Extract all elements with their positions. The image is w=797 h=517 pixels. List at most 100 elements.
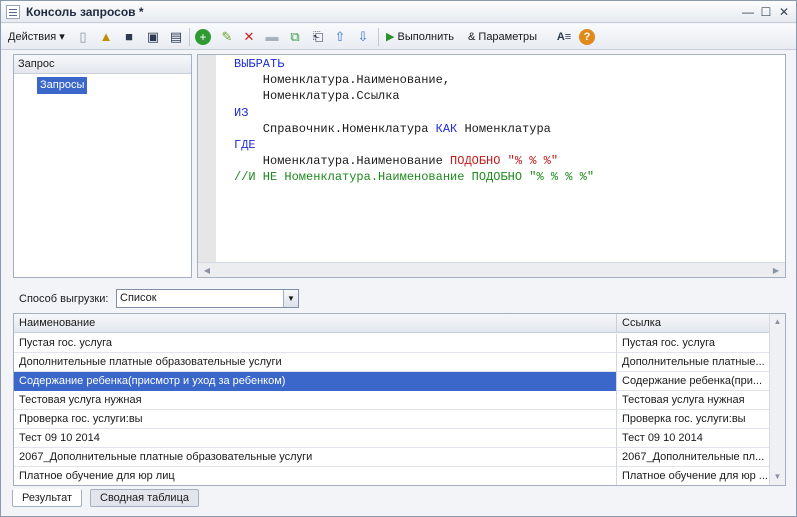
cell-ref[interactable]: Дополнительные платные... bbox=[616, 353, 770, 372]
tree-header: Запрос bbox=[14, 55, 191, 74]
scroll-left-icon[interactable]: ◀ bbox=[200, 264, 214, 277]
scroll-up-icon[interactable]: ▲ bbox=[771, 315, 784, 329]
code-line: ИЗ bbox=[234, 105, 594, 121]
code-line: Номенклатура.Наименование ПОДОБНО "% % %… bbox=[234, 153, 594, 169]
run-button[interactable]: ▶ Выполнить bbox=[386, 27, 454, 47]
export-method-row: Способ выгрузки: Список ▼ bbox=[13, 286, 786, 312]
cell-ref[interactable]: Тест 09 10 2014 bbox=[616, 429, 770, 448]
code-token: Номенклатура.Наименование, bbox=[234, 73, 451, 88]
chevron-down-icon[interactable]: ▼ bbox=[283, 290, 298, 307]
help-icon[interactable]: ? bbox=[579, 29, 595, 45]
column-header-ref[interactable]: Ссылка bbox=[616, 314, 770, 333]
cell-ref[interactable]: Платное обучение для юр ... bbox=[616, 467, 770, 485]
table-row[interactable]: Проверка гос. услуги:вы Проверка гос. усл… bbox=[14, 410, 770, 429]
save-copy-icon[interactable]: ▤ bbox=[168, 29, 184, 45]
table-row[interactable]: Тест 09 10 2014 Тест 09 10 2014 bbox=[14, 429, 770, 448]
code-line: ВЫБРАТЬ bbox=[234, 56, 594, 72]
code-line: Номенклатура.Наименование, bbox=[234, 72, 594, 88]
open-icon[interactable]: ▲ bbox=[98, 29, 114, 45]
code-token: ПОДОБНО "% % %" bbox=[450, 154, 559, 169]
code-line: Номенклатура.Ссылка bbox=[234, 88, 594, 104]
vertical-scrollbar[interactable]: ▲ ▼ bbox=[769, 314, 785, 485]
new-icon[interactable]: ▯ bbox=[75, 29, 91, 45]
table-header: Наименование Ссылка bbox=[14, 314, 770, 333]
cell-name[interactable]: Пустая гос. услуга bbox=[14, 334, 616, 353]
code-token: ГДЕ bbox=[234, 138, 256, 153]
export-method-label: Способ выгрузки: bbox=[19, 293, 109, 305]
table-row[interactable]: Тестовая услуга нужная Тестовая услуга ну… bbox=[14, 391, 770, 410]
text-format-icon[interactable]: A≡ bbox=[556, 29, 572, 45]
table-row[interactable]: Пустая гос. услуга Пустая гос. услуга bbox=[14, 334, 770, 353]
save-as-icon[interactable]: ▣ bbox=[145, 29, 161, 45]
cell-name[interactable]: Дополнительные платные образовательные у… bbox=[14, 353, 616, 372]
code-token: КАК bbox=[435, 121, 458, 136]
run-label: Выполнить bbox=[397, 31, 455, 43]
table-row[interactable]: Дополнительные платные образовательные у… bbox=[14, 353, 770, 372]
title-bar: Консоль запросов * — ☐ ✕ bbox=[1, 1, 796, 23]
column-header-name[interactable]: Наименование bbox=[14, 314, 616, 333]
move-up-icon[interactable]: ⇧ bbox=[332, 29, 348, 45]
cell-ref[interactable]: Тестовая услуга нужная bbox=[616, 391, 770, 410]
code-token: ВЫБРАТЬ bbox=[234, 57, 285, 71]
cell-name[interactable]: Содержание ребенка(присмотр и уход за ре… bbox=[14, 372, 616, 391]
editor-gutter bbox=[198, 55, 216, 262]
move-down-icon[interactable]: ⇩ bbox=[355, 29, 371, 45]
cell-ref[interactable]: 2067_Дополнительные пл... bbox=[616, 448, 770, 467]
cell-ref[interactable]: Пустая гос. услуга bbox=[616, 334, 770, 353]
table-row[interactable]: 2067_Дополнительные платные образователь… bbox=[14, 448, 770, 467]
query-text-editor[interactable]: ВЫБРАТЬ Номенклатура.Наименование, Номен… bbox=[197, 54, 786, 278]
cell-ref[interactable]: Проверка гос. услуги:вы bbox=[616, 410, 770, 429]
scroll-down-icon[interactable]: ▼ bbox=[771, 470, 784, 484]
run-icon: ▶ bbox=[386, 31, 395, 43]
code-line: Справочник.Номенклатура КАК Номенклатура bbox=[234, 121, 594, 137]
cell-name[interactable]: Проверка гос. услуги:вы bbox=[14, 410, 616, 429]
save-icon[interactable]: ■ bbox=[121, 29, 137, 45]
add-icon[interactable]: + bbox=[195, 29, 211, 45]
code-token: Номенклатура bbox=[457, 121, 551, 136]
code-token: Справочник.Номенклатура bbox=[234, 121, 436, 136]
query-console-window: Консоль запросов * — ☐ ✕ Действия ▾ ▯ ▲ … bbox=[0, 0, 797, 517]
app-icon bbox=[6, 5, 20, 19]
cell-name[interactable]: Тест 09 10 2014 bbox=[14, 429, 616, 448]
params-button[interactable]: & Параметры bbox=[468, 27, 537, 47]
minimize-icon[interactable]: — bbox=[740, 4, 756, 20]
toolbar-separator bbox=[378, 28, 379, 46]
result-table: Наименование Ссылка Пустая гос. услуга Пу… bbox=[13, 313, 786, 486]
params-icon: & bbox=[468, 31, 476, 43]
window-title: Консоль запросов * bbox=[26, 5, 144, 19]
edit-icon[interactable]: ✎ bbox=[219, 29, 235, 45]
maximize-icon[interactable]: ☐ bbox=[758, 4, 774, 20]
code-token: //И НЕ Номенклатура.Наименование ПОДОБНО… bbox=[234, 170, 595, 185]
export-method-value: Список bbox=[120, 292, 157, 304]
query-tree: Запрос Запросы bbox=[13, 54, 192, 278]
table-row[interactable]: Содержание ребенка(присмотр и уход за ре… bbox=[14, 372, 770, 391]
bottom-tabs: Результат Сводная таблица bbox=[1, 488, 796, 516]
export-method-select[interactable]: Список ▼ bbox=[116, 289, 299, 308]
code-line: //И НЕ Номенклатура.Наименование ПОДОБНО… bbox=[234, 169, 594, 185]
delete-icon[interactable]: ✕ bbox=[241, 29, 257, 45]
tree-item-queries[interactable]: Запросы bbox=[37, 77, 88, 94]
toolbar: Действия ▾ ▯ ▲ ■ ▣ ▤ + ✎ ✕ ▬ ⧉ ⎗ ⇧ ⇩ ▶ В… bbox=[1, 24, 796, 50]
actions-label: Действия bbox=[8, 31, 57, 43]
scroll-right-icon[interactable]: ▶ bbox=[769, 264, 783, 277]
toolbar-separator bbox=[189, 28, 190, 46]
cell-name[interactable]: Платное обучение для юр лиц bbox=[14, 467, 616, 485]
tab-pivot-table[interactable]: Сводная таблица bbox=[90, 489, 199, 507]
table-row[interactable]: Платное обучение для юр лиц Платное обуче… bbox=[14, 467, 770, 485]
disabled-icon: ▬ bbox=[265, 29, 279, 44]
query-code[interactable]: ВЫБРАТЬ Номенклатура.Наименование, Номен… bbox=[234, 56, 594, 186]
code-token: ИЗ bbox=[234, 105, 249, 120]
tab-result[interactable]: Результат bbox=[12, 489, 83, 507]
horizontal-scrollbar[interactable]: ◀ ▶ bbox=[198, 262, 785, 277]
code-token: Номенклатура.Наименование bbox=[234, 154, 451, 169]
cell-ref[interactable]: Содержание ребенка(при... bbox=[616, 372, 770, 391]
code-line: ГДЕ bbox=[234, 137, 594, 153]
params-label: Параметры bbox=[478, 31, 538, 43]
code-token: Номенклатура.Ссылка bbox=[234, 89, 400, 104]
query-builder-icon[interactable]: ⎗ bbox=[310, 29, 326, 45]
close-icon[interactable]: ✕ bbox=[776, 4, 792, 20]
actions-menu-button[interactable]: Действия ▾ bbox=[8, 27, 65, 47]
cell-name[interactable]: Тестовая услуга нужная bbox=[14, 391, 616, 410]
copy-icon[interactable]: ⧉ bbox=[287, 29, 303, 45]
cell-name[interactable]: 2067_Дополнительные платные образователь… bbox=[14, 448, 616, 467]
